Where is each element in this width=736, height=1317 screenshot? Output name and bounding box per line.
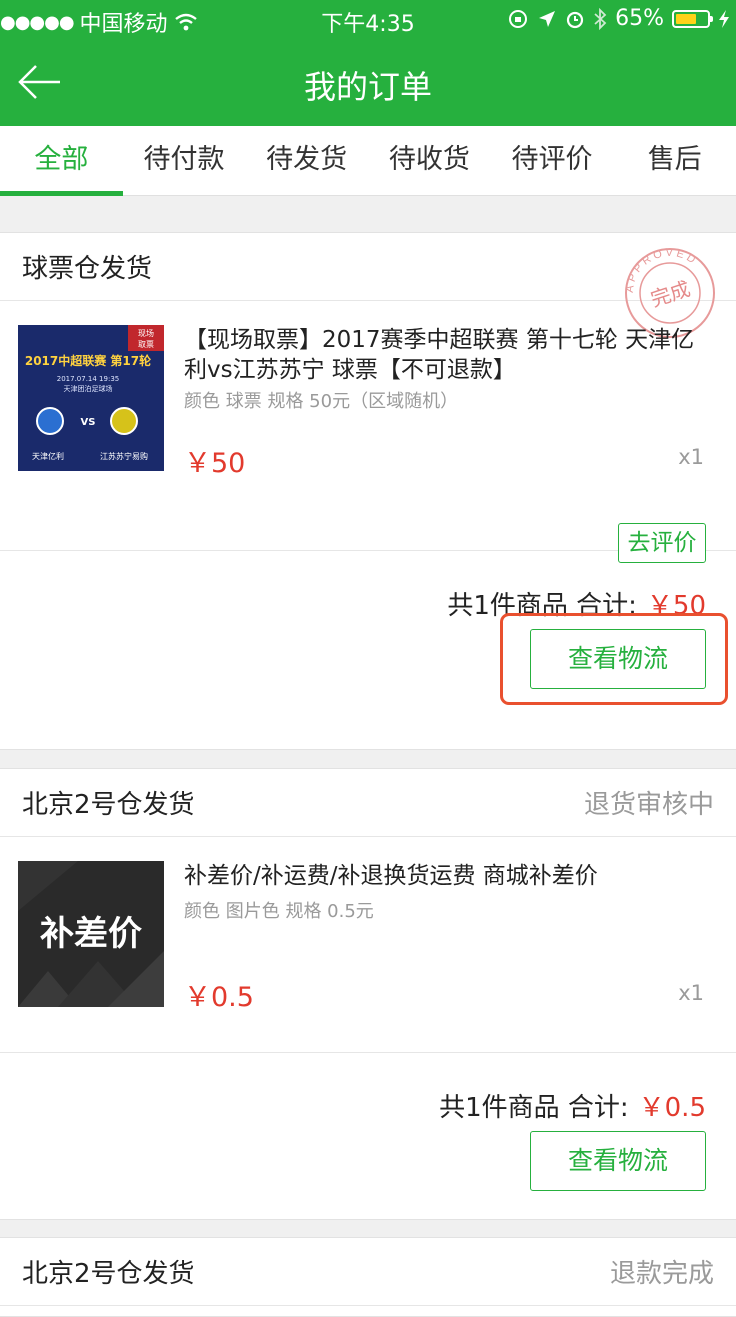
svg-text:VS: VS (81, 417, 96, 428)
status-bar: ●●●●● 中国移动 下午4:35 65% (0, 0, 736, 40)
svg-text:现场: 现场 (138, 329, 154, 338)
tab-pending-review[interactable]: 待评价 (491, 126, 614, 195)
view-logistics-button[interactable]: 查看物流 (530, 1131, 706, 1191)
svg-text:2017中超联赛 第17轮: 2017中超联赛 第17轮 (25, 353, 152, 368)
order-status: 退货审核中 (583, 790, 714, 820)
nav-bar: 我的订单 (0, 40, 736, 126)
order-summary: 共1件商品 合计: ￥50 查看物流 (0, 551, 736, 715)
svg-text:补差价: 补差价 (40, 914, 142, 954)
order-status: 退款完成 (609, 1259, 714, 1289)
svg-text:江苏苏宁易购: 江苏苏宁易购 (100, 451, 148, 461)
item-quantity: x1 (678, 981, 704, 1005)
total-amount: ￥0.5 (638, 1093, 706, 1123)
item-spec: 颜色 图片色 规格 0.5元 (184, 901, 374, 922)
item-title: 【现场取票】2017赛季中超联赛 第十七轮 天津亿利vs江苏苏宁 球票【不可退款… (184, 327, 695, 383)
tab-pending-payment[interactable]: 待付款 (123, 126, 246, 195)
order-card: 球票仓发货 APPROVED 完成 现场 取票 2017中超联赛 第17轮 20… (0, 232, 736, 750)
order-item[interactable]: 现场 取票 2017中超联赛 第17轮 2017.07.14 19:35 天津团… (0, 301, 736, 563)
page-title: 我的订单 (303, 68, 432, 106)
item-title: 补差价/补运费/补退换货运费 商城补差价 (184, 863, 598, 889)
charging-icon (719, 9, 729, 28)
item-price: ￥50 (184, 448, 246, 479)
ticket-thumbnail: 现场 取票 2017中超联赛 第17轮 2017.07.14 19:35 天津团… (18, 325, 164, 471)
order-item[interactable]: 补差价 补差价/补运费/补退换货运费 商城补差价 颜色 图片色 规格 0.5元 … (0, 837, 736, 1053)
order-card: 北京2号仓发货 退货审核中 补差价 补差价/补运费/补退换货运费 商城补差价 颜… (0, 768, 736, 1220)
warehouse-label: 北京2号仓发货 (22, 790, 195, 820)
order-header: 北京2号仓发货 退货审核中 (0, 769, 736, 837)
tab-pending-shipment[interactable]: 待发货 (245, 126, 368, 195)
item-price: ￥0.5 (184, 982, 254, 1013)
order-total: 共1件商品 合计: ￥0.5 (439, 1087, 706, 1124)
tab-pending-receipt[interactable]: 待收货 (368, 126, 491, 195)
svg-text:天津团泊足球场: 天津团泊足球场 (64, 384, 113, 393)
order-header: 北京2号仓发货 退款完成 (0, 1238, 736, 1306)
alarm-icon (566, 11, 584, 28)
battery-percent: 65% (615, 6, 664, 31)
order-summary: 共1件商品 合计: ￥0.5 查看物流 (0, 1053, 736, 1219)
warehouse-label: 球票仓发货 (22, 254, 153, 284)
item-spec: 颜色 球票 规格 50元（区域随机） (184, 391, 459, 412)
battery-icon (672, 9, 713, 28)
order-tabs: 全部 待付款 待发货 待收货 待评价 售后 (0, 126, 736, 196)
tab-all[interactable]: 全部 (0, 126, 123, 196)
tab-after-sales[interactable]: 售后 (613, 126, 736, 195)
price-difference-thumbnail: 补差价 (18, 861, 164, 1007)
order-header: 球票仓发货 APPROVED 完成 (0, 233, 736, 338)
total-label: 共1件商品 合计: (439, 1093, 629, 1123)
location-icon (539, 10, 556, 27)
highlight-box (500, 613, 728, 705)
svg-text:2017.07.14 19:35: 2017.07.14 19:35 (57, 375, 119, 383)
item-quantity: x1 (678, 445, 704, 469)
svg-text:天津亿利: 天津亿利 (32, 451, 64, 461)
clock: 下午4:35 (321, 12, 415, 37)
warehouse-label: 北京2号仓发货 (22, 1259, 195, 1289)
bluetooth-icon (594, 7, 607, 30)
svg-text:取票: 取票 (138, 340, 154, 349)
rotation-lock-icon (509, 9, 528, 28)
order-card: 北京2号仓发货 退款完成 (0, 1237, 736, 1317)
